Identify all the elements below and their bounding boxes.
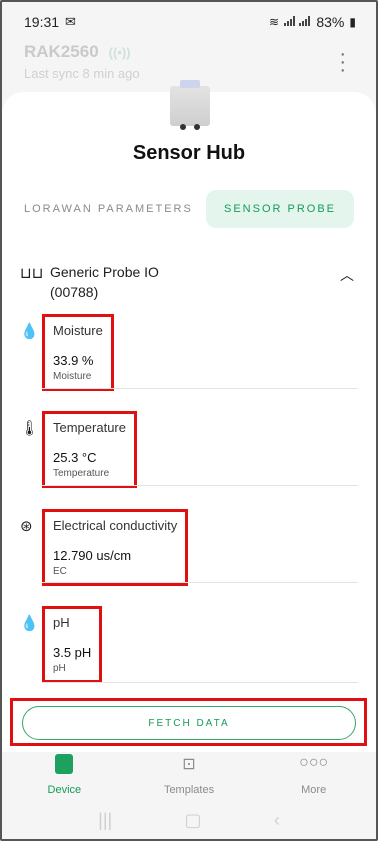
fetch-data-button[interactable]: FETCH DATA xyxy=(22,706,356,740)
thermometer-icon: 🌡 xyxy=(20,420,40,437)
tab-lorawan-parameters[interactable]: LORAWAN PARAMETERS xyxy=(24,203,193,215)
reading-sub: Temperature xyxy=(53,468,110,479)
reading-name: Moisture xyxy=(53,323,103,338)
recents-icon[interactable]: ||| xyxy=(98,810,112,831)
divider xyxy=(42,682,358,683)
reading-value: 33.9 % xyxy=(53,353,94,368)
reading-sub: EC xyxy=(53,566,67,577)
device-name: RAK2560 xyxy=(24,42,99,61)
sheet-title: Sensor Hub xyxy=(132,142,246,164)
probe-header[interactable]: ⊔⊔ Generic Probe IO (00788) ︿ xyxy=(20,262,358,302)
reading-sub: Moisture xyxy=(53,371,92,382)
device-image xyxy=(170,80,210,130)
sensor-hub-sheet: Sensor Hub LORAWAN PARAMETERS SENSOR PRO… xyxy=(2,80,376,752)
device-header: RAK2560 ((•)) xyxy=(24,42,354,62)
probe-icon: ⊔⊔ xyxy=(20,265,44,282)
device-icon xyxy=(2,754,127,776)
highlight-box: Temperature 25.3 °C Temperature xyxy=(42,411,137,488)
home-icon[interactable]: ▢ xyxy=(185,810,202,831)
divider xyxy=(42,388,358,389)
highlight-box: pH 3.5 pH pH xyxy=(42,606,103,683)
ph-drop-icon: 💧 xyxy=(20,615,39,632)
probe-info: Generic Probe IO (00788) xyxy=(50,262,159,302)
nav-more[interactable]: ○○○ More xyxy=(251,750,376,798)
overflow-menu-icon[interactable]: · · · xyxy=(339,44,346,80)
system-nav-bar: ||| ▢ ‹ xyxy=(2,802,376,838)
status-right: ≋ 83% ▮ xyxy=(269,14,356,30)
mail-icon: ✉ xyxy=(65,14,76,29)
wifi-icon: ≋ xyxy=(268,15,280,29)
reading-name: Temperature xyxy=(53,420,126,435)
reading-name: pH xyxy=(53,615,70,630)
status-time: 19:31 xyxy=(24,14,60,30)
status-bar: 19:31 ✉ ≋ 83% ▮ xyxy=(2,2,376,42)
drop-icon: 💧 xyxy=(20,323,39,340)
phone-screen: 19:31 ✉ ≋ 83% ▮ RAK2560 ((•)) Last sync … xyxy=(0,0,378,841)
tab-sensor-probe[interactable]: SENSOR PROBE xyxy=(206,190,354,228)
chevron-up-icon[interactable]: ︿ xyxy=(340,265,354,302)
conductivity-icon: ⊛ xyxy=(20,518,33,535)
nav-label: Device xyxy=(47,784,82,796)
probe-id: (00788) xyxy=(50,284,99,300)
divider xyxy=(42,485,358,486)
signal-icon xyxy=(284,15,311,29)
nav-templates[interactable]: ⊡ Templates xyxy=(127,750,252,798)
nav-device[interactable]: Device xyxy=(2,750,127,798)
templates-icon: ⊡ xyxy=(182,756,196,773)
more-icon: ○○○ xyxy=(299,754,329,771)
reading-name: Electrical conductivity xyxy=(53,518,178,533)
back-icon[interactable]: ‹ xyxy=(274,810,280,831)
reading-sub: pH xyxy=(53,663,66,674)
last-sync: Last sync 8 min ago xyxy=(24,66,140,81)
broadcast-icon: ((•)) xyxy=(108,44,131,60)
bottom-nav: Device ⊡ Templates ○○○ More xyxy=(2,750,376,798)
highlight-box: Electrical conductivity 12.790 us/cm EC xyxy=(42,509,189,586)
nav-label: More xyxy=(301,784,327,796)
fetch-highlight-box: FETCH DATA xyxy=(10,698,367,746)
divider xyxy=(42,582,358,583)
battery-icon: ▮ xyxy=(349,15,356,29)
highlight-box: Moisture 33.9 % Moisture xyxy=(42,314,114,391)
nav-label: Templates xyxy=(163,784,215,796)
reading-value: 25.3 °C xyxy=(53,450,97,465)
reading-value: 12.790 us/cm xyxy=(53,548,132,563)
probe-name: Generic Probe IO xyxy=(50,264,159,280)
reading-value: 3.5 pH xyxy=(53,645,92,660)
battery-level: 83% xyxy=(316,14,345,30)
tab-bar: LORAWAN PARAMETERS SENSOR PROBE xyxy=(24,190,354,228)
